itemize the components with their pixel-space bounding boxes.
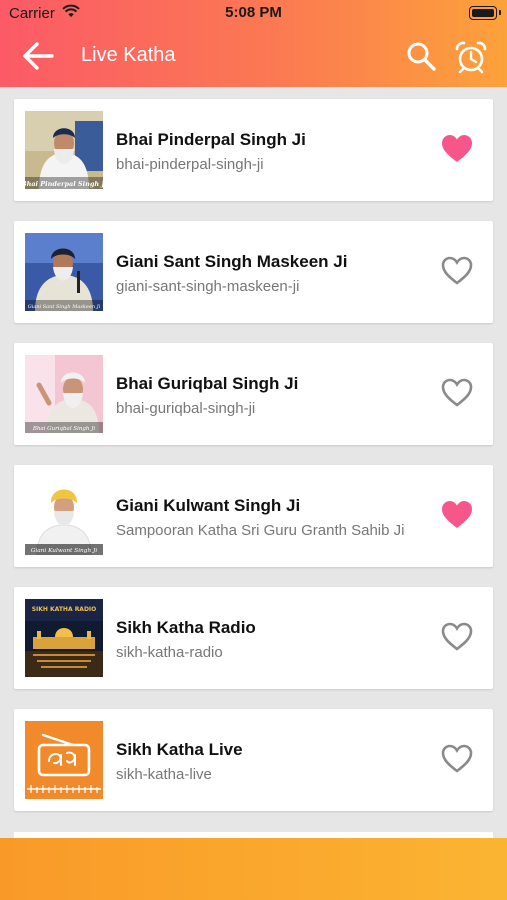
favorite-button[interactable]	[440, 133, 474, 165]
status-bar: Carrier 5:08 PM	[0, 0, 507, 26]
list-item[interactable]: Giani Kulwant Singh Ji Giani Kulwant Sin…	[14, 465, 493, 567]
heart-outline-icon	[441, 622, 473, 651]
thumbnail-image: Giani Kulwant Singh Ji	[25, 477, 103, 555]
favorite-button[interactable]	[440, 621, 474, 653]
favorite-button[interactable]	[440, 377, 474, 409]
heart-outline-icon	[441, 378, 473, 407]
heart-outline-icon	[441, 744, 473, 773]
radio-thumbnail-icon	[25, 721, 103, 799]
item-subtitle: bhai-guriqbal-singh-ji	[116, 400, 256, 417]
thumbnail-image: Bhai Pinderpal Singh Ji	[25, 111, 103, 189]
arrow-left-icon	[23, 42, 54, 70]
heart-outline-icon	[441, 256, 473, 285]
search-icon	[407, 42, 436, 71]
thumbnail-caption: Giani Kulwant Singh Ji	[31, 548, 98, 554]
thumbnail-image: Giani Sant Singh Maskeen Ji	[25, 233, 103, 311]
alarm-clock-icon	[455, 41, 487, 74]
item-title: Sikh Katha Radio	[116, 618, 256, 637]
thumbnail-caption: Bhai Pinderpal Singh Ji	[25, 180, 103, 188]
list-item[interactable]: Sikh Katha Live sikh-katha-live	[14, 709, 493, 811]
favorite-button[interactable]	[440, 499, 474, 531]
list-item[interactable]: Giani Sant Singh Maskeen Ji Giani Sant S…	[14, 221, 493, 323]
battery-icon	[469, 6, 501, 20]
item-subtitle: sikh-katha-live	[116, 766, 212, 783]
favorite-button[interactable]	[440, 255, 474, 287]
heart-filled-icon	[442, 501, 472, 528]
item-subtitle: bhai-pinderpal-singh-ji	[116, 156, 264, 173]
thumbnail-caption: Giani Sant Singh Maskeen Ji	[28, 304, 101, 310]
item-title: Giani Sant Singh Maskeen Ji	[116, 252, 348, 271]
app-header: Carrier 5:08 PM Live Katha	[0, 0, 507, 87]
item-title: Sikh Katha Live	[116, 740, 243, 759]
favorite-button[interactable]	[440, 743, 474, 775]
bottom-bar	[0, 838, 507, 900]
thumbnail-caption: Bhai Guriqbal Singh Ji	[32, 426, 96, 432]
list-item[interactable]: Bhai Guriqbal Singh Ji Bhai Guriqbal Sin…	[14, 343, 493, 445]
clock: 5:08 PM	[225, 4, 282, 21]
back-button[interactable]	[20, 38, 58, 74]
item-subtitle: giani-sant-singh-maskeen-ji	[116, 278, 300, 295]
search-button[interactable]	[403, 38, 439, 74]
list-item[interactable]: SIKH KATHA RADIO Sikh Katha Radio sikh-k…	[14, 587, 493, 689]
item-subtitle: sikh-katha-radio	[116, 644, 223, 661]
thumbnail-image: Bhai Guriqbal Singh Ji	[25, 355, 103, 433]
katha-list: Bhai Pinderpal Singh Ji Bhai Pinderpal S…	[14, 99, 493, 831]
thumbnail-image: SIKH KATHA RADIO	[25, 599, 103, 677]
list-item[interactable]: Bhai Pinderpal Singh Ji Bhai Pinderpal S…	[14, 99, 493, 201]
item-subtitle: Sampooran Katha Sri Guru Granth Sahib Ji	[116, 522, 405, 539]
item-title: Giani Kulwant Singh Ji	[116, 496, 301, 515]
item-title: Bhai Pinderpal Singh Ji	[116, 130, 306, 149]
item-title: Bhai Guriqbal Singh Ji	[116, 374, 299, 393]
page-title: Live Katha	[81, 44, 176, 66]
heart-filled-icon	[442, 135, 472, 162]
thumbnail-caption: SIKH KATHA RADIO	[32, 606, 97, 613]
alarm-button[interactable]	[452, 38, 490, 76]
